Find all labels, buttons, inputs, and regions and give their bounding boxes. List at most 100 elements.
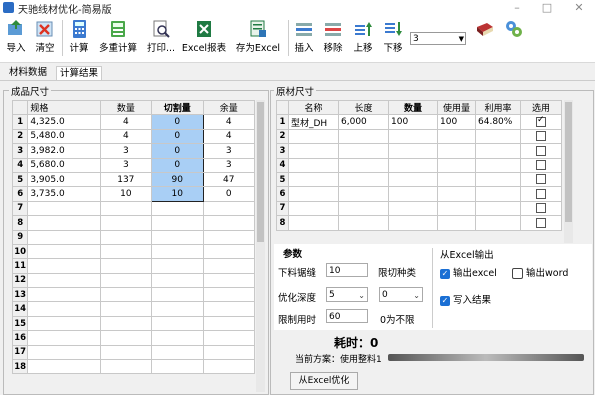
material-col-qty[interactable]: 数量 bbox=[388, 99, 438, 116]
product-row[interactable]: 6 3,735.0 10 10 0 bbox=[11, 186, 255, 202]
product-col-cut[interactable]: 切割量 bbox=[151, 99, 204, 116]
product-row[interactable]: 2 5,480.0 4 0 4 bbox=[11, 128, 255, 145]
material-row-empty[interactable]: 6 bbox=[276, 186, 562, 202]
empty-cell[interactable] bbox=[27, 229, 101, 245]
empty-cell[interactable] bbox=[288, 200, 339, 217]
calc-button[interactable]: 计算 bbox=[66, 19, 92, 59]
empty-cell[interactable] bbox=[27, 272, 101, 289]
save-excel-button[interactable]: 存为Excel bbox=[234, 19, 282, 59]
select-checkbox[interactable] bbox=[536, 160, 546, 170]
empty-cell[interactable] bbox=[437, 215, 476, 231]
write-result-checkbox[interactable]: ✓ 写入结果 bbox=[440, 292, 491, 306]
cut-cell[interactable]: 90 bbox=[151, 171, 204, 188]
material-row-empty[interactable]: 5 bbox=[276, 171, 562, 188]
spec-cell[interactable]: 3,982.0 bbox=[27, 143, 101, 159]
product-row-empty[interactable]: 16 bbox=[11, 330, 255, 346]
product-grid[interactable]: 规格 数量 切割量 余量 1 4,325.0 4 0 4 2 5,480.0 4 0 4 3 3,98… bbox=[11, 99, 255, 375]
empty-cell[interactable] bbox=[99, 315, 153, 332]
empty-cell[interactable] bbox=[388, 157, 438, 173]
time-limit-input[interactable]: 60 bbox=[326, 309, 368, 323]
import-button[interactable]: 导入 bbox=[3, 19, 29, 59]
empty-cell[interactable] bbox=[475, 186, 521, 202]
empty-cell[interactable] bbox=[288, 143, 339, 159]
product-row[interactable]: 3 3,982.0 3 0 3 bbox=[11, 143, 255, 159]
empty-cell[interactable] bbox=[202, 229, 255, 245]
empty-cell[interactable] bbox=[151, 229, 204, 245]
empty-cell[interactable] bbox=[338, 171, 389, 188]
empty-cell[interactable] bbox=[338, 157, 389, 173]
empty-cell[interactable] bbox=[338, 186, 389, 202]
empty-cell[interactable] bbox=[388, 200, 438, 217]
material-col-used[interactable]: 使用量 bbox=[437, 99, 476, 116]
empty-cell[interactable] bbox=[437, 157, 476, 173]
empty-cell[interactable] bbox=[99, 258, 153, 274]
remove-button[interactable]: 移除 bbox=[320, 19, 346, 59]
empty-cell[interactable] bbox=[202, 287, 255, 303]
material-row-empty[interactable]: 7 bbox=[276, 200, 562, 217]
product-row-empty[interactable]: 17 bbox=[11, 344, 255, 361]
material-row-empty[interactable]: 4 bbox=[276, 157, 562, 173]
product-col-qty[interactable]: 数量 bbox=[99, 99, 153, 116]
product-row-empty[interactable]: 13 bbox=[11, 287, 255, 303]
product-col-spec[interactable]: 规格 bbox=[27, 99, 101, 116]
cut-cell[interactable]: 0 bbox=[151, 143, 204, 159]
empty-cell[interactable] bbox=[99, 330, 153, 346]
cut-cell[interactable]: 10 bbox=[151, 186, 204, 202]
help-book-button[interactable] bbox=[472, 19, 498, 59]
empty-cell[interactable] bbox=[388, 128, 438, 145]
empty-cell[interactable] bbox=[475, 157, 521, 173]
empty-cell[interactable] bbox=[151, 215, 204, 231]
empty-cell[interactable] bbox=[99, 200, 153, 217]
select-cell[interactable] bbox=[520, 200, 562, 217]
print-button[interactable]: 打印... bbox=[144, 19, 178, 59]
empty-cell[interactable] bbox=[388, 143, 438, 159]
empty-cell[interactable] bbox=[338, 200, 389, 217]
qty-cell[interactable]: 137 bbox=[99, 171, 153, 188]
empty-cell[interactable] bbox=[338, 215, 389, 231]
empty-cell[interactable] bbox=[27, 315, 101, 332]
remain-cell[interactable]: 4 bbox=[202, 128, 255, 145]
empty-cell[interactable] bbox=[202, 301, 255, 317]
material-col-name[interactable]: 名称 bbox=[288, 99, 339, 116]
empty-cell[interactable] bbox=[202, 200, 255, 217]
product-row[interactable]: 4 5,680.0 3 0 3 bbox=[11, 157, 255, 173]
empty-cell[interactable] bbox=[475, 200, 521, 217]
empty-cell[interactable] bbox=[338, 143, 389, 159]
remain-cell[interactable]: 3 bbox=[202, 143, 255, 159]
select-cell[interactable] bbox=[520, 128, 562, 145]
output-word-checkbox[interactable]: 输出word bbox=[512, 265, 568, 279]
empty-cell[interactable] bbox=[99, 272, 153, 289]
empty-cell[interactable] bbox=[151, 258, 204, 274]
empty-cell[interactable] bbox=[151, 359, 204, 375]
select-checkbox[interactable] bbox=[536, 131, 546, 142]
empty-cell[interactable] bbox=[151, 344, 204, 361]
close-button[interactable]: ✕ bbox=[572, 1, 586, 14]
spec-cell[interactable]: 4,325.0 bbox=[27, 114, 101, 130]
maximize-button[interactable]: □ bbox=[540, 1, 554, 14]
empty-cell[interactable] bbox=[151, 243, 204, 260]
empty-cell[interactable] bbox=[151, 272, 204, 289]
empty-cell[interactable] bbox=[202, 344, 255, 361]
empty-cell[interactable] bbox=[338, 128, 389, 145]
qty-cell[interactable]: 4 bbox=[99, 128, 153, 145]
empty-cell[interactable] bbox=[202, 359, 255, 375]
limit-kinds-select[interactable]: 0 ⌄ bbox=[379, 287, 423, 302]
material-col-rate[interactable]: 利用率 bbox=[475, 99, 521, 116]
qty-cell[interactable]: 3 bbox=[99, 157, 153, 173]
empty-cell[interactable] bbox=[27, 200, 101, 217]
clear-button[interactable]: 清空 bbox=[32, 19, 58, 59]
empty-cell[interactable] bbox=[27, 243, 101, 260]
product-row-empty[interactable]: 9 bbox=[11, 229, 255, 245]
product-row-empty[interactable]: 12 bbox=[11, 272, 255, 289]
empty-cell[interactable] bbox=[288, 128, 339, 145]
product-row-empty[interactable]: 14 bbox=[11, 301, 255, 317]
empty-cell[interactable] bbox=[151, 330, 204, 346]
empty-cell[interactable] bbox=[437, 186, 476, 202]
empty-cell[interactable] bbox=[99, 243, 153, 260]
empty-cell[interactable] bbox=[99, 229, 153, 245]
empty-cell[interactable] bbox=[202, 330, 255, 346]
tab-material-data[interactable]: 材料数据 bbox=[6, 66, 51, 80]
empty-cell[interactable] bbox=[27, 301, 101, 317]
multi-calc-button[interactable]: 多重计算 bbox=[96, 19, 140, 59]
empty-cell[interactable] bbox=[99, 301, 153, 317]
